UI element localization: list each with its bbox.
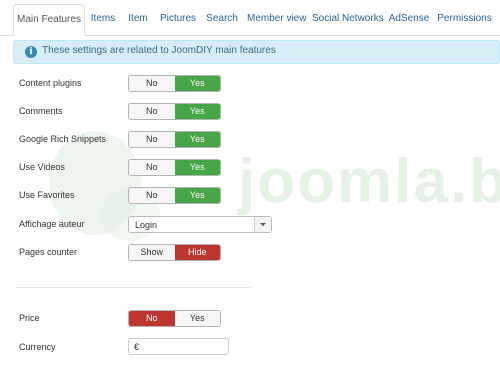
pages-counter-toggle[interactable]: Show Hide [128,244,221,261]
affichage-auteur-label: Affichage auteur [19,219,85,229]
info-icon: i [25,46,37,58]
content-plugins-label: Content plugins [19,78,82,88]
currency-label: Currency [19,342,56,352]
settings-tabs: Main Features Items Item Pictures Search… [0,0,500,36]
use-videos-no[interactable]: No [129,160,175,175]
pages-counter-show[interactable]: Show [129,245,175,260]
section-divider [16,287,251,288]
content-plugins-yes[interactable]: Yes [174,76,220,91]
info-alert: i These settings are related to JoomDIY … [13,40,500,64]
pages-counter-label: Pages counter [19,247,78,257]
comments-label: Comments [19,106,63,116]
google-rich-snippets-yes[interactable]: Yes [174,132,220,147]
tab-search[interactable]: Search [204,6,240,32]
use-favorites-toggle[interactable]: No Yes [128,187,221,204]
watermark-text: joomla.bid [237,147,500,216]
tab-adsense[interactable]: AdSense [388,6,430,32]
pages-counter-hide[interactable]: Hide [174,245,220,260]
use-favorites-label: Use Favorites [19,190,75,200]
affichage-auteur-value: Login [135,220,158,230]
tab-items[interactable]: Items [88,6,118,32]
tab-permissions[interactable]: Permissions [437,6,492,32]
comments-toggle[interactable]: No Yes [128,103,221,120]
use-videos-yes[interactable]: Yes [174,160,220,175]
chevron-down-icon[interactable] [254,217,271,232]
currency-input[interactable] [128,338,229,355]
price-label: Price [19,313,40,323]
tab-member-view[interactable]: Member view [247,6,306,32]
tab-pictures[interactable]: Pictures [158,6,198,32]
google-rich-snippets-toggle[interactable]: No Yes [128,131,221,148]
comments-yes[interactable]: Yes [174,104,220,119]
price-no[interactable]: No [129,311,175,326]
use-favorites-no[interactable]: No [129,188,175,203]
content-plugins-no[interactable]: No [129,76,175,91]
alert-text: These settings are related to JoomDIY ma… [42,45,276,56]
use-videos-label: Use Videos [19,162,65,172]
price-toggle[interactable]: No Yes [128,310,221,327]
tab-main-features[interactable]: Main Features [13,4,85,36]
content-plugins-toggle[interactable]: No Yes [128,75,221,92]
comments-no[interactable]: No [129,104,175,119]
google-rich-snippets-no[interactable]: No [129,132,175,147]
use-videos-toggle[interactable]: No Yes [128,159,221,176]
use-favorites-yes[interactable]: Yes [174,188,220,203]
tab-item[interactable]: Item [124,6,152,32]
google-rich-snippets-label: Google Rich Snippets [19,134,107,144]
tab-social-networks[interactable]: Social Networks [312,6,384,32]
price-yes[interactable]: Yes [174,311,220,326]
affichage-auteur-select[interactable]: Login [128,216,272,233]
